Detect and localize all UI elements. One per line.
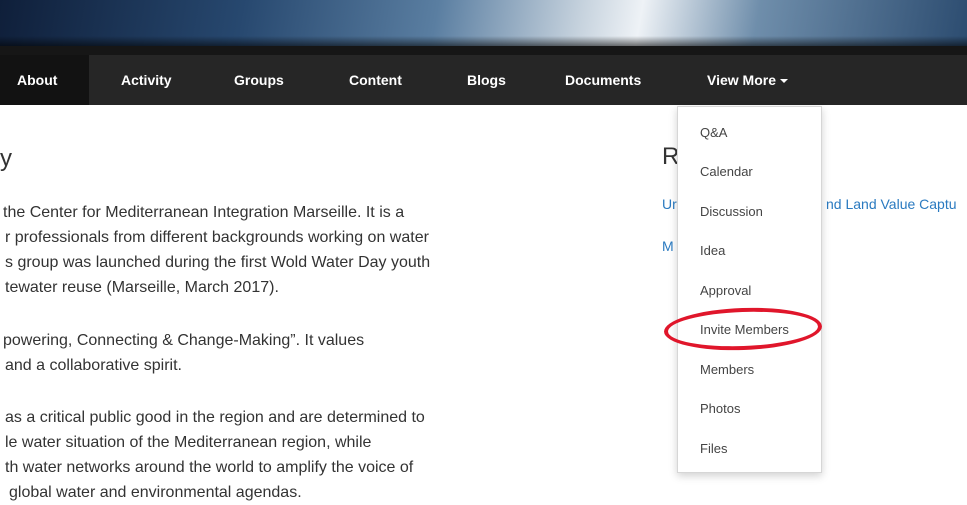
paragraph-line: le water situation of the Mediterranean …	[5, 434, 372, 451]
dropdown-item-approval[interactable]: Approval	[700, 283, 751, 298]
paragraph-line: powering, Connecting & Change-Making”. I…	[3, 332, 365, 349]
nav-documents[interactable]: Documents	[565, 55, 641, 105]
main-navigation: About Activity Groups Content Blogs Docu…	[0, 46, 967, 105]
paragraph-line: tewater reuse (Marseille, March 2017).	[5, 279, 279, 296]
paragraph-line: s group was launched during the first Wo…	[5, 254, 431, 271]
dropdown-item-files[interactable]: Files	[700, 441, 727, 456]
nav-content[interactable]: Content	[349, 55, 402, 105]
dropdown-item-idea[interactable]: Idea	[700, 243, 725, 258]
paragraph-line: r professionals from different backgroun…	[5, 229, 429, 246]
dropdown-item-photos[interactable]: Photos	[700, 401, 740, 416]
paragraph-line: global water and environmental agendas.	[9, 484, 302, 501]
sidebar-link[interactable]: M	[662, 238, 674, 254]
sidebar-link[interactable]: Ur	[662, 196, 677, 212]
sidebar-link[interactable]: nd Land Value Captu	[826, 196, 957, 212]
dropdown-item-qa[interactable]: Q&A	[700, 125, 727, 140]
paragraph-line: the Center for Mediterranean Integration…	[3, 204, 405, 221]
dropdown-item-members[interactable]: Members	[700, 362, 754, 377]
page-title: y	[0, 145, 12, 172]
nav-about[interactable]: About	[0, 55, 89, 105]
paragraph-line: and a collaborative spirit.	[5, 357, 182, 374]
caret-down-icon	[780, 79, 788, 84]
dropdown-item-discussion[interactable]: Discussion	[700, 204, 763, 219]
nav-view-more[interactable]: View More	[707, 55, 788, 105]
paragraph-line: th water networks around the world to am…	[5, 459, 414, 476]
hero-banner	[0, 0, 967, 46]
nav-groups[interactable]: Groups	[234, 55, 284, 105]
view-more-dropdown: Q&A Calendar Discussion Idea Approval In…	[677, 106, 822, 473]
nav-blogs[interactable]: Blogs	[467, 55, 506, 105]
dropdown-item-calendar[interactable]: Calendar	[700, 164, 753, 179]
nav-view-more-label: View More	[707, 72, 776, 88]
paragraph-line: as a critical public good in the region …	[5, 409, 425, 426]
nav-activity[interactable]: Activity	[121, 55, 172, 105]
